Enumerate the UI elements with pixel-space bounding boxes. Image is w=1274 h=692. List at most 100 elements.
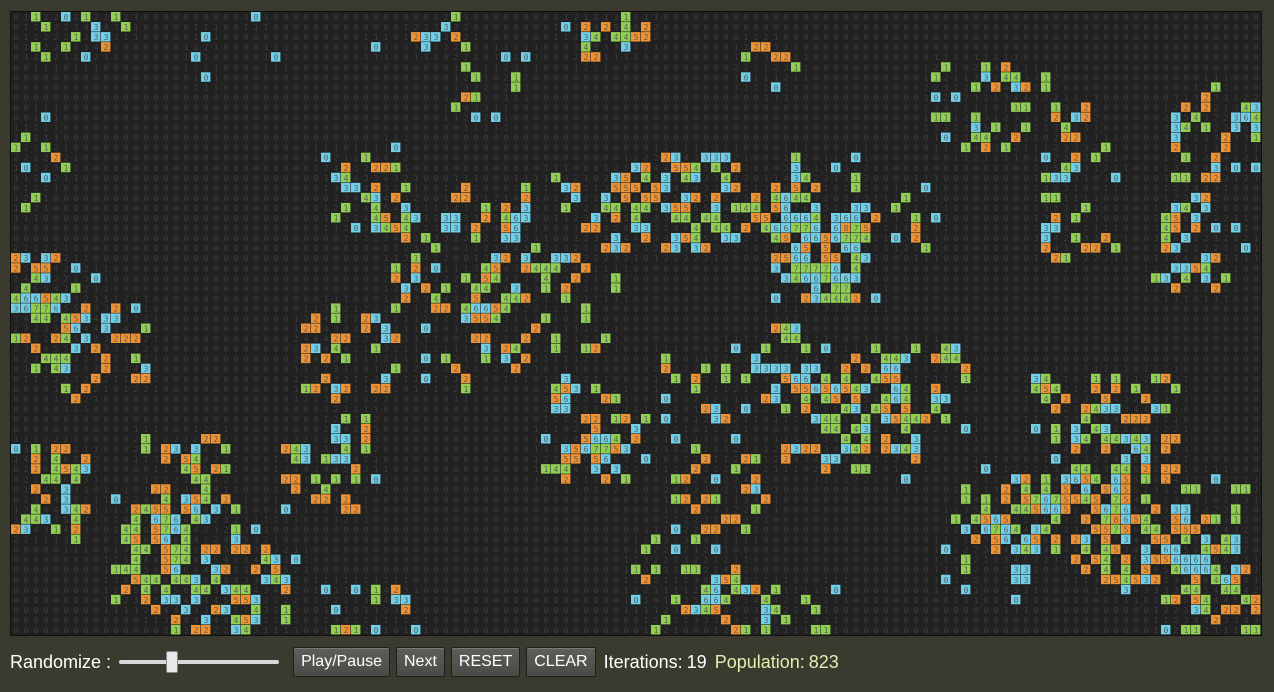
cell-count: 0	[424, 194, 429, 203]
cell-count: 1	[414, 304, 419, 313]
cell-count: 0	[1054, 345, 1059, 354]
life-grid[interactable]: 0112202122121000000000010100000000000000…	[11, 12, 1261, 635]
cell-count: 0	[644, 264, 649, 273]
cell-count: 0	[144, 214, 149, 223]
cell-count: 0	[34, 224, 39, 233]
cell-count: 1	[1014, 154, 1019, 163]
cell-count: 1	[454, 174, 459, 183]
cell-count: 0	[1224, 355, 1229, 364]
cell-count: 0	[94, 194, 99, 203]
cell-count: 2	[1234, 144, 1239, 153]
cell-count: 0	[604, 314, 609, 323]
cell-count: 0	[214, 244, 219, 253]
cell-count: 0	[134, 174, 139, 183]
cell-count: 3	[1034, 73, 1039, 82]
cell-count: 0	[164, 43, 169, 52]
cell-count: 1	[514, 325, 519, 334]
cell-count: 0	[594, 164, 599, 173]
cell-count: 1	[794, 73, 799, 82]
cell-count: 0	[904, 314, 909, 323]
cell-count: 1	[1074, 214, 1079, 223]
cell-count: 4	[384, 194, 389, 203]
cell-count: 0	[234, 194, 239, 203]
cell-count: 0	[594, 174, 599, 183]
cell-count: 0	[264, 355, 269, 364]
cell-count: 0	[184, 335, 189, 344]
cell-count: 0	[104, 244, 109, 253]
cell-count: 0	[984, 164, 989, 173]
cell-count: 2	[34, 204, 39, 213]
cell-count: 0	[634, 83, 639, 92]
cell-count: 0	[314, 124, 319, 133]
cell-count: 1	[324, 214, 329, 223]
cell-count: 1	[134, 13, 139, 22]
cell-count: 3	[74, 43, 79, 52]
cell-count: 0	[944, 194, 949, 203]
cell-count: 0	[204, 164, 209, 173]
cell-count: 4	[854, 264, 859, 273]
cell-count: 0	[1204, 43, 1209, 52]
cell-count: 0	[164, 103, 169, 112]
cell-count: 3	[1164, 284, 1169, 293]
cell-count: 2	[64, 254, 69, 263]
cell-count: 0	[744, 264, 749, 273]
cell-count: 0	[694, 294, 699, 303]
cell-count: 0	[504, 13, 509, 22]
cell-count: 0	[1174, 63, 1179, 72]
cell-count: 0	[134, 284, 139, 293]
cell-count: 3	[474, 103, 479, 112]
cell-count: 0	[504, 184, 509, 193]
cell-count: 0	[1224, 194, 1229, 203]
cell-count: 1	[744, 335, 749, 344]
cell-count: 0	[674, 274, 679, 283]
cell-count: 0	[954, 284, 959, 293]
cell-count: 2	[54, 33, 59, 42]
cell-count: 2	[524, 73, 529, 82]
cell-count: 1	[564, 294, 569, 303]
cell-count: 0	[1124, 304, 1129, 313]
cell-count: 0	[964, 63, 969, 72]
cell-count: 0	[474, 134, 479, 143]
cell-count: 2	[814, 184, 819, 193]
cell-count: 1	[584, 244, 589, 253]
cell-count: 0	[824, 93, 829, 102]
cell-count: 5	[864, 244, 869, 253]
cell-count: 3	[574, 284, 579, 293]
cell-count: 0	[134, 244, 139, 253]
cell-count: 0	[1254, 264, 1259, 273]
cell-count: 3	[1024, 114, 1029, 123]
cell-count: 3	[454, 23, 459, 32]
cell-count: 0	[884, 314, 889, 323]
cell-count: 2	[464, 93, 469, 102]
cell-count: 0	[274, 355, 279, 364]
cell-count: 2	[354, 204, 359, 213]
cell-count: 0	[304, 23, 309, 32]
cell-count: 0	[214, 355, 219, 364]
cell-count: 0	[164, 114, 169, 123]
cell-count: 0	[94, 144, 99, 153]
cell-count: 0	[354, 83, 359, 92]
cell-count: 3	[574, 194, 579, 203]
cell-count: 0	[264, 294, 269, 303]
cell-count: 3	[344, 194, 349, 203]
cell-count: 0	[784, 124, 789, 133]
cell-count: 3	[114, 23, 119, 32]
cell-count: 0	[414, 13, 419, 22]
cell-count: 0	[714, 314, 719, 323]
cell-count: 0	[554, 124, 559, 133]
cell-count: 0	[44, 93, 49, 102]
cell-count: 6	[804, 184, 809, 193]
cell-count: 0	[414, 73, 419, 82]
cell-count: 0	[434, 73, 439, 82]
cell-count: 0	[904, 43, 909, 52]
cell-count: 2	[84, 304, 89, 313]
cell-count: 1	[1054, 63, 1059, 72]
cell-count: 2	[804, 304, 809, 313]
cell-count: 0	[744, 103, 749, 112]
cell-count: 0	[234, 174, 239, 183]
cell-count: 2	[434, 355, 439, 364]
cell-count: 0	[1194, 314, 1199, 323]
cell-count: 1	[94, 294, 99, 303]
cell-count: 0	[954, 244, 959, 253]
cell-count: 0	[924, 13, 929, 22]
